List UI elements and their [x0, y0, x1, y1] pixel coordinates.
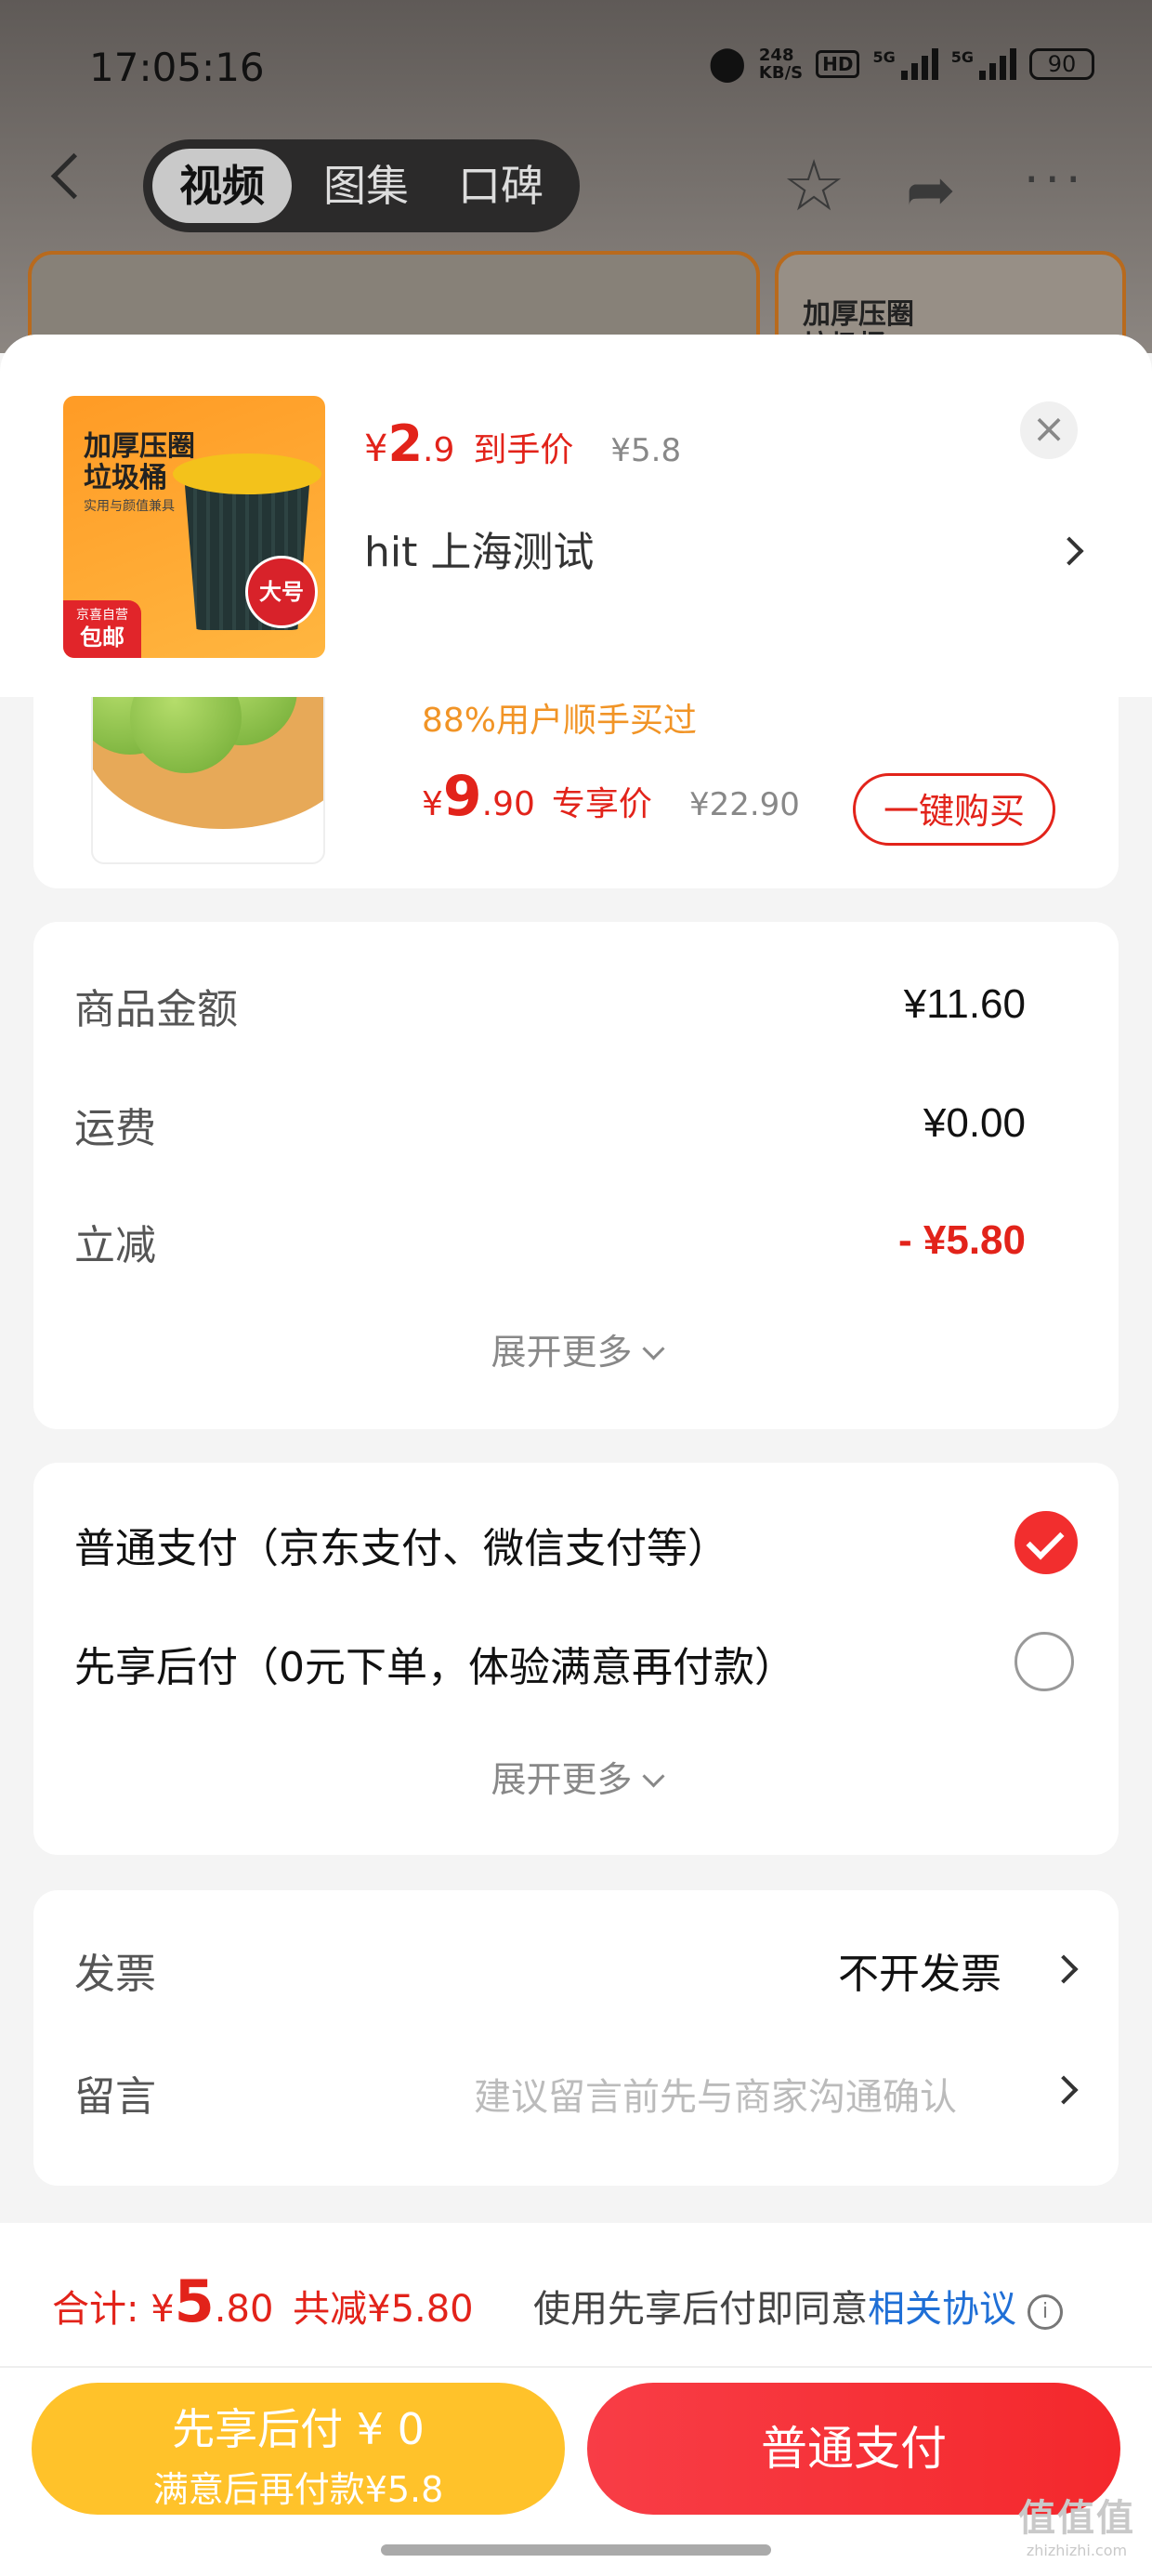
shipping-badge: 京喜自营 包邮 — [63, 600, 141, 658]
net-speed: 248 KB/S — [759, 46, 803, 82]
product-orig-price: ¥5.8 — [610, 432, 682, 469]
battery-icon: 90 — [1029, 47, 1094, 80]
amount-expand-button[interactable]: 展开更多 — [33, 1323, 1119, 1374]
message-chevron-icon[interactable] — [1049, 2075, 1079, 2105]
info-icon[interactable]: i — [1028, 2294, 1063, 2330]
chevron-down-icon — [641, 1765, 665, 1788]
invoice-value[interactable]: 不开发票 — [838, 1940, 1001, 2000]
signal-icon: 5G — [872, 47, 938, 80]
agreement-prefix: 使用先享后付即同意 — [533, 2288, 868, 2331]
payment-option-later[interactable]: 先享后付（0元下单，体验满意再付款） — [74, 1634, 795, 1693]
close-icon[interactable]: × — [1020, 401, 1078, 459]
location-icon: ⬤ — [708, 45, 746, 83]
message-input[interactable]: 建议留言前先与商家沟通确认 — [474, 2067, 957, 2121]
payment-expand-label: 展开更多 — [491, 1759, 633, 1800]
amount-value-discount: - ¥5.80 — [898, 1217, 1026, 1263]
tab-reviews[interactable]: 口碑 — [436, 149, 566, 223]
tab-gallery[interactable]: 图集 — [301, 149, 431, 223]
product-header: 加厚压圈 垃圾桶 实用与颜值兼具 大号 京喜自营 包邮 ¥2.9 到手价 ¥5.8 … — [0, 335, 1152, 697]
recommend-note: 88%用户顺手买过 — [422, 702, 698, 740]
chevron-down-icon — [641, 1337, 665, 1360]
product-price: ¥2.9 到手价 ¥5.8 — [364, 414, 681, 473]
pay-later-label: 先享后付 ¥ 0 — [172, 2404, 425, 2454]
status-time: 17:05:16 — [89, 45, 265, 90]
one-click-buy-button[interactable]: 一键购买 — [853, 773, 1055, 846]
share-icon[interactable]: ➦ — [906, 156, 956, 225]
amount-card: 商品金额 ¥11.60 运费 ¥0.00 立减 - ¥5.80 展开更多 — [33, 922, 1119, 1429]
payment-card: 普通支付（京东支付、微信支付等） 先享后付（0元下单，体验满意再付款） 展开更多 — [33, 1463, 1119, 1855]
favorite-icon[interactable]: ☆ — [782, 151, 845, 221]
pay-later-button[interactable]: 先享后付 ¥ 0 满意后再付款¥5.8 — [32, 2383, 565, 2515]
invoice-card: 发票 不开发票 留言 建议留言前先与商家沟通确认 — [33, 1890, 1119, 2186]
product-image: 加厚压圈 垃圾桶 实用与颜值兼具 大号 京喜自营 包邮 — [63, 396, 325, 658]
address-row[interactable]: hit 上海测试 — [364, 519, 594, 578]
media-tabs: 视频 图集 口碑 — [143, 139, 580, 232]
watermark-url: zhizhizhi.com — [1026, 2542, 1128, 2559]
invoice-chevron-icon[interactable] — [1049, 1954, 1079, 1984]
recommend-price-int: 9 — [442, 764, 482, 829]
shipping-badge-top: 京喜自营 — [76, 608, 128, 623]
invoice-label: 发票 — [74, 1951, 156, 1998]
amount-expand-label: 展开更多 — [491, 1332, 633, 1373]
recommend-price: ¥9.90 专享价 ¥22.90 — [422, 764, 800, 829]
signal-label-2: 5G — [950, 47, 974, 66]
shipping-badge-label: 包邮 — [80, 624, 124, 651]
agreement-text: 使用先享后付即同意相关协议 i — [533, 2279, 1063, 2333]
pay-later-sublabel: 满意后再付款¥5.8 — [152, 2469, 444, 2510]
tab-video[interactable]: 视频 — [152, 149, 292, 223]
net-speed-unit: KB/S — [758, 62, 804, 83]
back-icon[interactable] — [50, 152, 98, 200]
product-currency: ¥ — [364, 427, 388, 470]
product-price-label: 到手价 — [473, 431, 574, 469]
total-price: 合计: ¥5.80 共减¥5.80 — [52, 2267, 474, 2335]
total-label: 合计: ¥ — [52, 2288, 175, 2331]
amount-label-shipping: 运费 — [74, 1105, 156, 1152]
message-label: 留言 — [74, 2073, 156, 2121]
product-price-dec: .9 — [423, 431, 455, 469]
status-bar: 17:05:16 ⬤ 248 KB/S HD 5G 5G 90 — [0, 37, 1152, 102]
checkout-footer: 合计: ¥5.80 共减¥5.80 使用先享后付即同意相关协议 i 先享后付 ¥ … — [0, 2223, 1152, 2576]
net-speed-value: 248 — [758, 45, 794, 65]
amount-value-shipping: ¥0.00 — [923, 1100, 1026, 1146]
payment-option-normal[interactable]: 普通支付（京东支付、微信支付等） — [74, 1515, 728, 1574]
watermark-logo: 值值值 — [1018, 2497, 1135, 2540]
recommend-price-label: 专享价 — [551, 785, 652, 823]
address-text: hit 上海测试 — [364, 529, 595, 576]
total-saved: 共减¥5.80 — [293, 2288, 474, 2331]
amount-value-goods: ¥11.60 — [903, 981, 1026, 1027]
total-int: 5 — [174, 2267, 215, 2335]
more-icon[interactable]: ··· — [1024, 152, 1087, 208]
product-image-sub: 实用与颜值兼具 — [84, 499, 175, 514]
home-indicator[interactable] — [381, 2544, 771, 2556]
hd-icon: HD — [816, 49, 860, 78]
recommend-image — [91, 678, 325, 864]
product-price-int: 2 — [387, 414, 424, 473]
size-badge: 大号 — [245, 556, 318, 628]
checked-icon[interactable] — [1015, 1511, 1078, 1574]
payment-expand-button[interactable]: 展开更多 — [33, 1751, 1119, 1802]
amount-label-discount: 立减 — [74, 1222, 156, 1269]
background-app: 17:05:16 ⬤ 248 KB/S HD 5G 5G 90 视频 图集 口碑 — [0, 0, 1152, 353]
total-dec: .80 — [214, 2288, 274, 2331]
signal-label: 5G — [872, 47, 896, 66]
address-chevron-icon[interactable] — [1054, 536, 1084, 566]
watermark: 值值值 zhizhizhi.com — [1018, 2488, 1135, 2559]
agreement-link[interactable]: 相关协议 — [868, 2288, 1016, 2331]
radio-unchecked-icon[interactable] — [1015, 1632, 1074, 1691]
recommend-orig-price: ¥22.90 — [688, 786, 800, 823]
recommend-price-dec: .90 — [481, 785, 535, 823]
top-bar: 视频 图集 口碑 ☆ ➦ ··· — [0, 139, 1152, 232]
recommend-currency: ¥ — [422, 785, 443, 823]
signal-icon-2: 5G — [950, 47, 1016, 80]
amount-label-goods: 商品金额 — [74, 986, 238, 1033]
